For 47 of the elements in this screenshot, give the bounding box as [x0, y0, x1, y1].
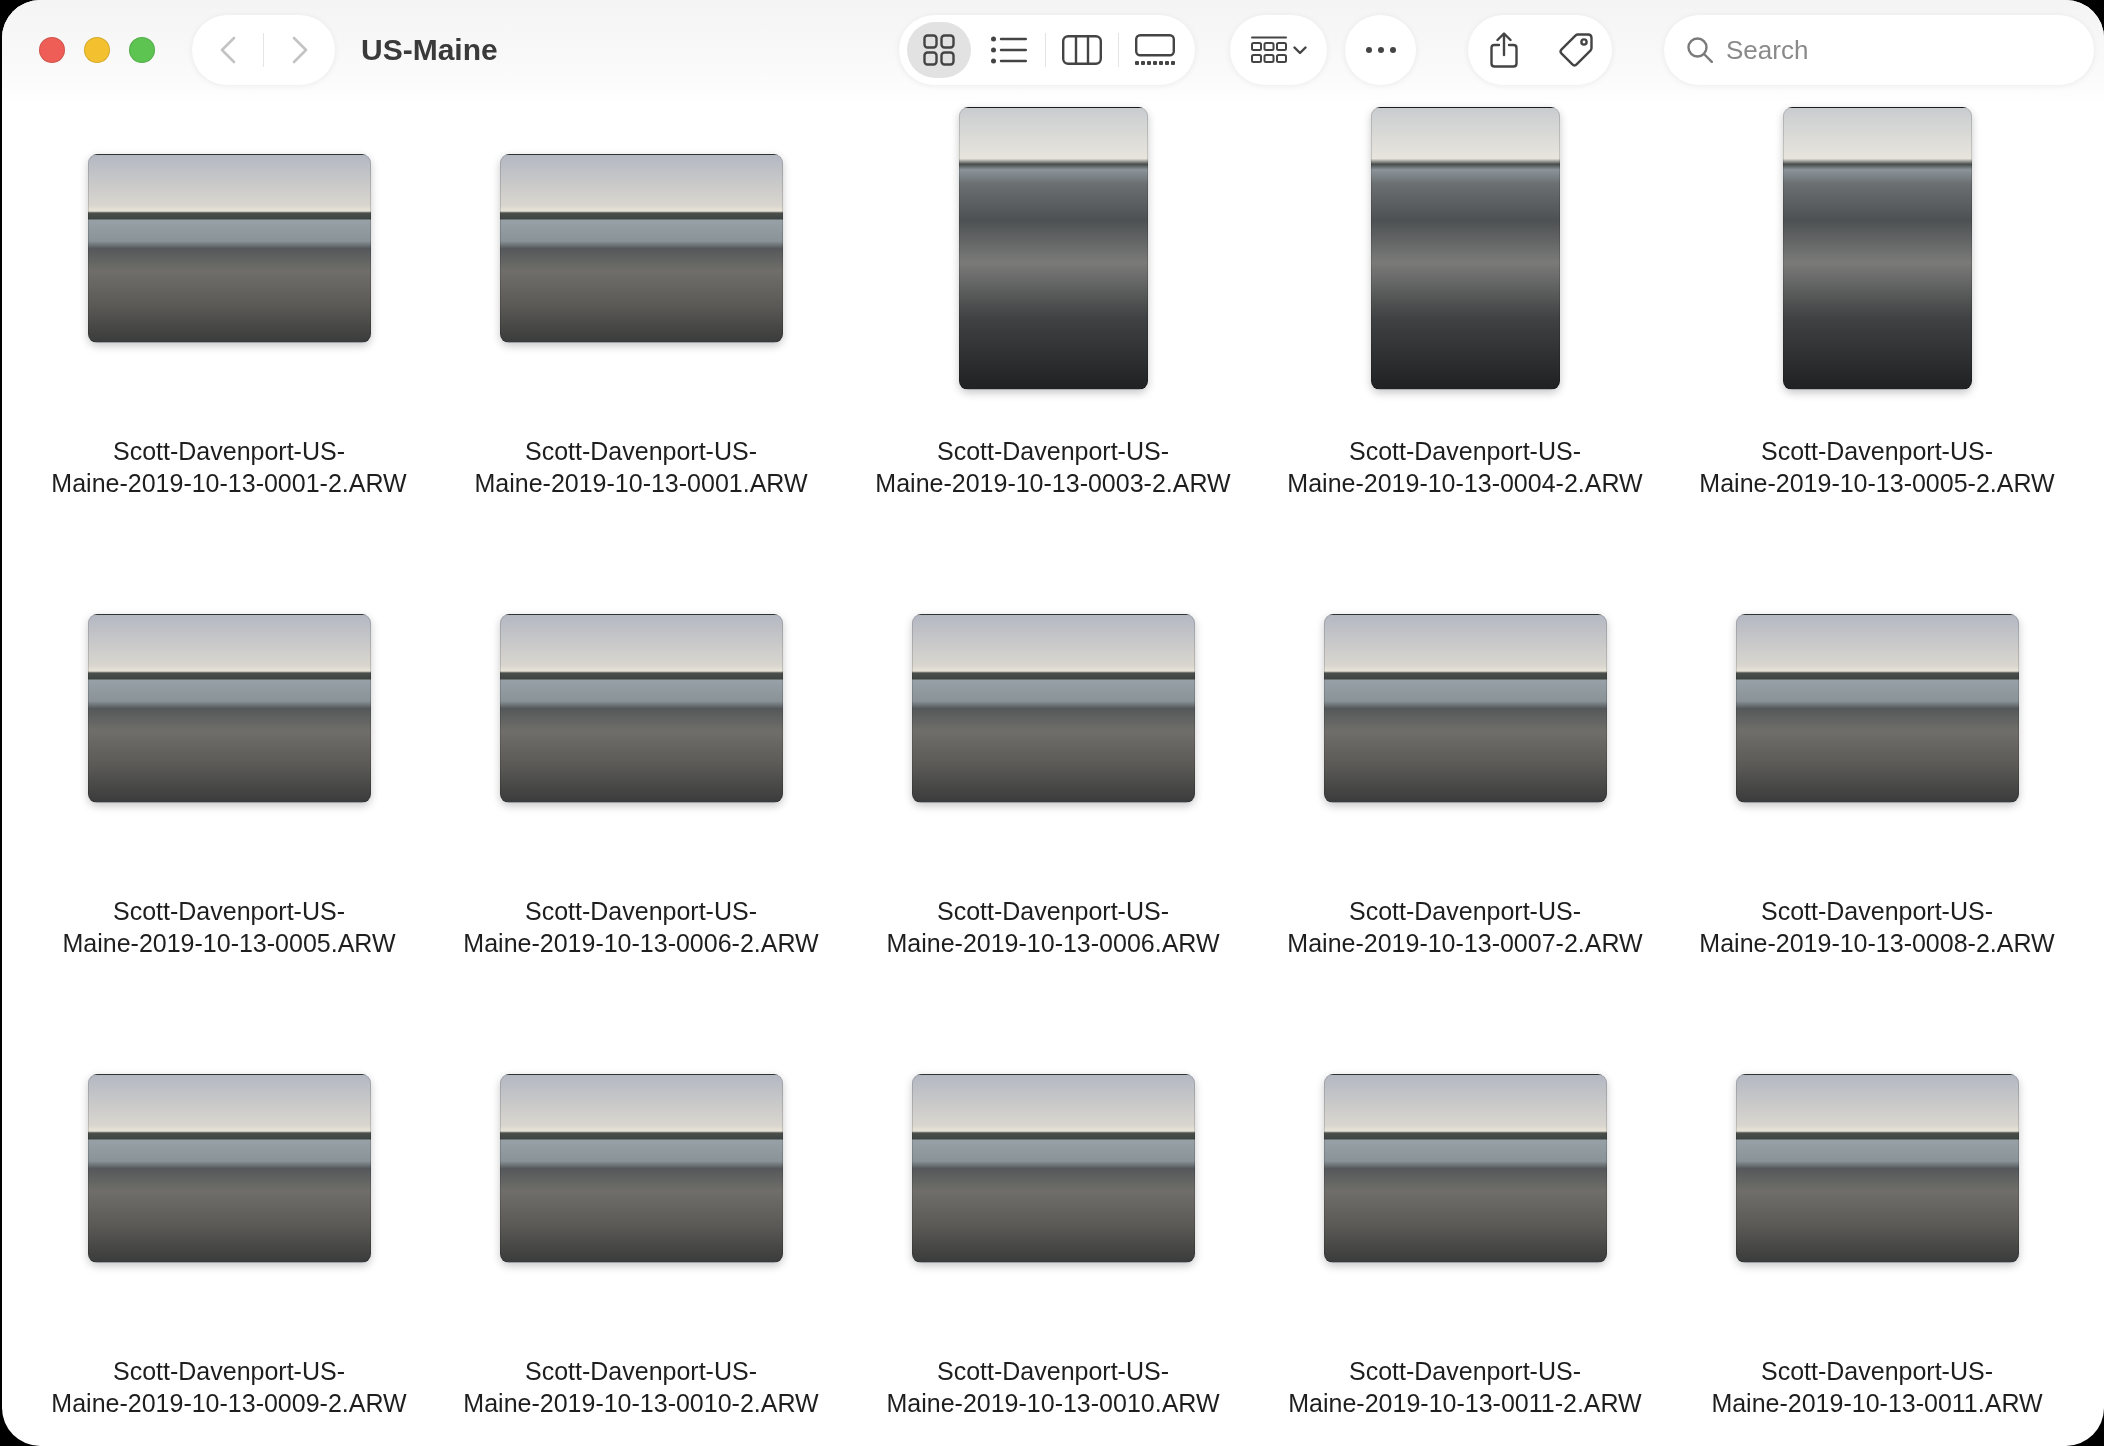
ellipsis-icon: [1365, 47, 1396, 53]
photo-placeholder[interactable]: [1735, 614, 2019, 803]
icon-view-button[interactable]: [907, 22, 971, 78]
file-name[interactable]: Scott-Davenport-US- Maine-2019-10-13-0003-2.ARW: [875, 435, 1231, 499]
photo-placeholder[interactable]: [911, 1074, 1195, 1263]
chevron-down-icon: [1292, 45, 1307, 55]
photo-placeholder[interactable]: [499, 154, 783, 343]
columns-icon: [1062, 35, 1102, 65]
photo-placeholder[interactable]: [499, 1074, 783, 1263]
chevron-right-icon: [291, 36, 308, 64]
file-name[interactable]: Scott-Davenport-US- Maine-2019-10-13-0010-2.ARW: [463, 1355, 819, 1419]
chevron-left-icon: [219, 36, 236, 64]
photo-placeholder[interactable]: [1370, 107, 1560, 390]
photo-placeholder[interactable]: [958, 107, 1148, 390]
zoom-button[interactable]: [129, 37, 155, 63]
photo-placeholder[interactable]: [87, 154, 371, 343]
photo-placeholder[interactable]: [911, 614, 1195, 803]
file-name[interactable]: Scott-Davenport-US- Maine-2019-10-13-0011-2.ARW: [1288, 1355, 1642, 1419]
file-name[interactable]: Scott-Davenport-US- Maine-2019-10-13-0005.ARW: [62, 895, 396, 959]
photo-placeholder[interactable]: [1323, 614, 1607, 803]
file-name[interactable]: Scott-Davenport-US- Maine-2019-10-13-0005-2.ARW: [1699, 435, 2055, 499]
file-name[interactable]: Scott-Davenport-US- Maine-2019-10-13-0009-2.ARW: [51, 1355, 407, 1419]
gallery-icon: [1135, 34, 1175, 66]
share-icon: [1490, 32, 1518, 68]
search-field[interactable]: Search: [1664, 15, 2094, 85]
tag-icon: [1559, 33, 1593, 67]
file-name[interactable]: Scott-Davenport-US- Maine-2019-10-13-0010.ARW: [886, 1355, 1220, 1419]
file-name[interactable]: Scott-Davenport-US- Maine-2019-10-13-0006-2.ARW: [463, 895, 819, 959]
file-name[interactable]: Scott-Davenport-US- Maine-2019-10-13-0006.ARW: [886, 895, 1220, 959]
file-name[interactable]: Scott-Davenport-US- Maine-2019-10-13-0001-2.ARW: [51, 435, 407, 499]
photo-placeholder[interactable]: [87, 614, 371, 803]
file-name[interactable]: Scott-Davenport-US- Maine-2019-10-13-0004-2.ARW: [1287, 435, 1643, 499]
window-title: US-Maine: [361, 33, 498, 67]
file-name[interactable]: Scott-Davenport-US- Maine-2019-10-13-0011.ARW: [1711, 1355, 2043, 1419]
file-name[interactable]: Scott-Davenport-US- Maine-2019-10-13-0008-2.ARW: [1699, 895, 2055, 959]
close-button[interactable]: [39, 37, 65, 63]
file-name[interactable]: Scott-Davenport-US- Maine-2019-10-13-0007-2.ARW: [1287, 895, 1643, 959]
photo-placeholder[interactable]: [1735, 1074, 2019, 1263]
file-name[interactable]: Scott-Davenport-US- Maine-2019-10-13-0001.ARW: [474, 435, 808, 499]
photo-placeholder[interactable]: [1782, 107, 1972, 390]
photo-placeholder[interactable]: [87, 1074, 371, 1263]
photo-placeholder[interactable]: [1323, 1074, 1607, 1263]
grid-icon: [923, 34, 955, 66]
list-icon: [991, 36, 1027, 64]
photo-placeholder[interactable]: [499, 614, 783, 803]
search-icon: [1687, 37, 1713, 63]
grouped-items-icon: [1250, 36, 1287, 64]
